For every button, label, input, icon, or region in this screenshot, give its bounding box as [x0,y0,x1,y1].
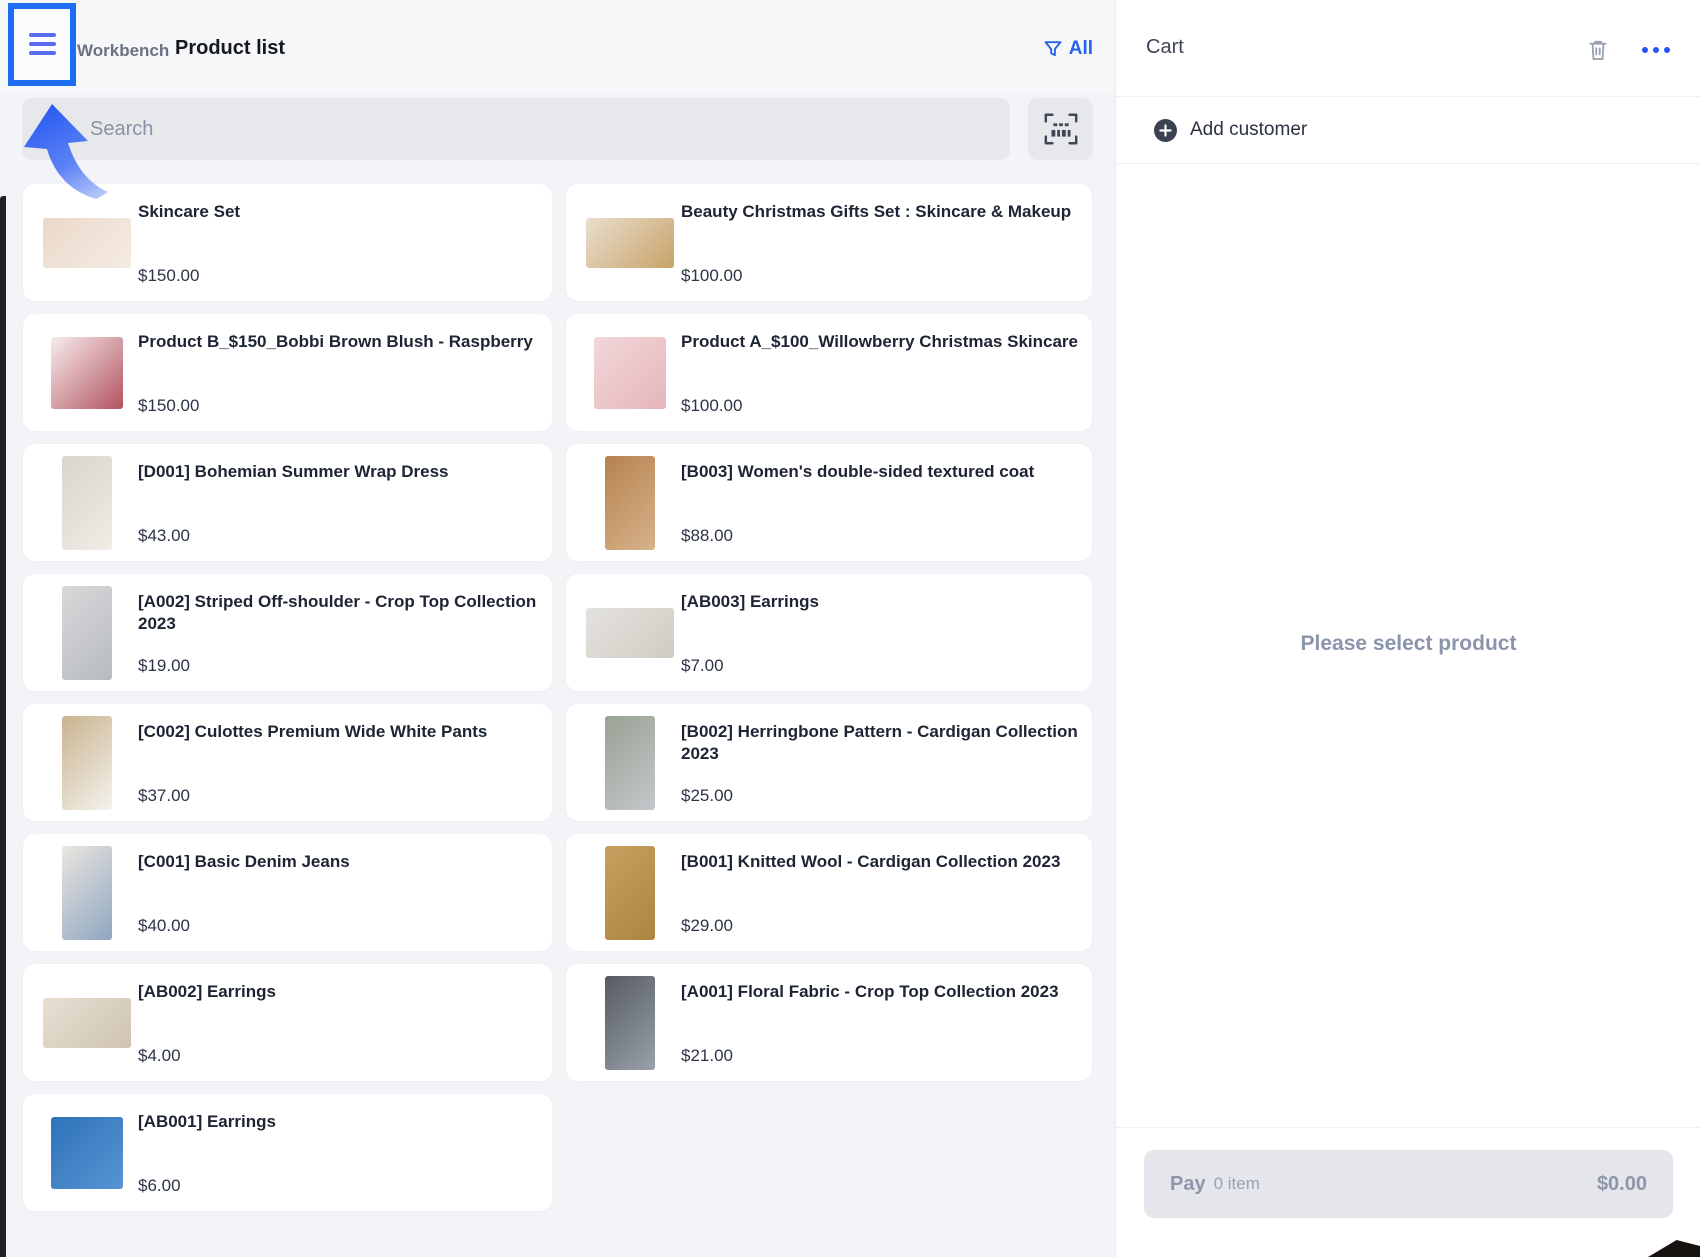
product-panel: Workbench Product list All Search [0,0,1115,1257]
background-window-edge [0,196,6,1257]
product-title: Skincare Set [138,201,538,223]
add-customer-button[interactable]: Add customer [1116,97,1700,164]
product-title: [A001] Floral Fabric - Crop Top Collecti… [681,981,1078,1003]
pay-button[interactable]: Pay 0 item $0.00 [1144,1150,1673,1218]
product-price: $19.00 [138,656,190,676]
product-card[interactable]: [B003] Women's double-sided textured coa… [566,444,1092,561]
product-image [586,834,674,951]
product-image [43,704,131,821]
product-card[interactable]: Skincare Set $150.00 [23,184,552,301]
filter-funnel-icon [1043,39,1063,59]
pay-label: Pay [1170,1173,1206,1196]
product-image [43,1094,131,1211]
search-row: Search [0,98,1115,160]
barcode-scan-icon [1042,112,1080,146]
clear-cart-button[interactable] [1582,34,1614,66]
hamburger-icon [29,42,56,46]
product-title: [AB001] Earrings [138,1111,538,1133]
product-card[interactable]: [B002] Herringbone Pattern - Cardigan Co… [566,704,1092,821]
product-title: [AB003] Earrings [681,591,1078,613]
product-image [43,314,131,431]
menu-button[interactable] [14,9,70,79]
product-card[interactable]: [C001] Basic Denim Jeans $40.00 [23,834,552,951]
product-image [43,834,131,951]
product-card[interactable]: [AB001] Earrings $6.00 [23,1094,552,1211]
product-image [43,964,131,1081]
product-title: [B001] Knitted Wool - Cardigan Collectio… [681,851,1078,873]
ellipsis-icon [1642,47,1670,53]
product-price: $88.00 [681,526,733,546]
product-image [586,184,674,301]
product-price: $6.00 [138,1176,181,1196]
breadcrumb-product-list: Product list [175,37,285,60]
product-card[interactable]: [A001] Floral Fabric - Crop Top Collecti… [566,964,1092,1081]
pos-app: Workbench Product list All Search [0,0,1700,1257]
product-image [586,314,674,431]
product-image [586,574,674,691]
product-title: Product B_$150_Bobbi Brown Blush - Raspb… [138,331,538,353]
product-title: Beauty Christmas Gifts Set : Skincare & … [681,201,1078,223]
product-price: $40.00 [138,916,190,936]
cart-empty-message: Please select product [1116,632,1700,656]
product-title: [C002] Culottes Premium Wide White Pants [138,721,538,743]
trash-icon [1585,37,1611,63]
plus-icon [1154,119,1177,142]
product-image [43,184,131,301]
product-card[interactable]: Product B_$150_Bobbi Brown Blush - Raspb… [23,314,552,431]
product-card[interactable]: [B001] Knitted Wool - Cardigan Collectio… [566,834,1092,951]
product-card[interactable]: [AB002] Earrings $4.00 [23,964,552,1081]
product-title: [A002] Striped Off-shoulder - Crop Top C… [138,591,538,636]
search-placeholder: Search [90,118,153,141]
product-price: $29.00 [681,916,733,936]
product-title: [C001] Basic Denim Jeans [138,851,538,873]
product-card[interactable]: [C002] Culottes Premium Wide White Pants… [23,704,552,821]
product-price: $4.00 [138,1046,181,1066]
product-panel-header: Workbench Product list All [0,0,1115,92]
cart-more-button[interactable] [1640,34,1672,66]
product-price: $21.00 [681,1046,733,1066]
product-card[interactable]: [D001] Bohemian Summer Wrap Dress $43.00 [23,444,552,561]
search-input[interactable]: Search [22,98,1010,160]
cart-panel: Cart Add customer Please select product … [1115,0,1700,1257]
product-title: [B003] Women's double-sided textured coa… [681,461,1078,483]
product-price: $43.00 [138,526,190,546]
product-title: [D001] Bohemian Summer Wrap Dress [138,461,538,483]
product-title: [AB002] Earrings [138,981,538,1003]
product-grid: Skincare Set $150.00 Beauty Christmas Gi… [23,184,1092,1211]
product-price: $7.00 [681,656,724,676]
breadcrumb-workbench[interactable]: Workbench [77,41,169,61]
divider [1116,1127,1700,1128]
product-card[interactable]: [A002] Striped Off-shoulder - Crop Top C… [23,574,552,691]
product-image [586,964,674,1081]
product-image [43,574,131,691]
product-image [586,444,674,561]
filter-button[interactable]: All [1043,38,1093,60]
pay-item-count: 0 item [1214,1174,1260,1194]
product-card[interactable]: Beauty Christmas Gifts Set : Skincare & … [566,184,1092,301]
cart-title: Cart [1146,36,1184,59]
product-price: $100.00 [681,396,742,416]
product-image [586,704,674,821]
barcode-scan-button[interactable] [1028,98,1093,160]
product-image [43,444,131,561]
add-customer-label: Add customer [1190,119,1307,141]
product-price: $150.00 [138,396,199,416]
product-price: $25.00 [681,786,733,806]
product-card[interactable]: [AB003] Earrings $7.00 [566,574,1092,691]
product-price: $37.00 [138,786,190,806]
product-price: $100.00 [681,266,742,286]
product-title: [B002] Herringbone Pattern - Cardigan Co… [681,721,1078,766]
filter-label: All [1069,38,1093,60]
pay-total: $0.00 [1597,1173,1647,1196]
product-card[interactable]: Product A_$100_Willowberry Christmas Ski… [566,314,1092,431]
product-price: $150.00 [138,266,199,286]
product-title: Product A_$100_Willowberry Christmas Ski… [681,331,1078,353]
